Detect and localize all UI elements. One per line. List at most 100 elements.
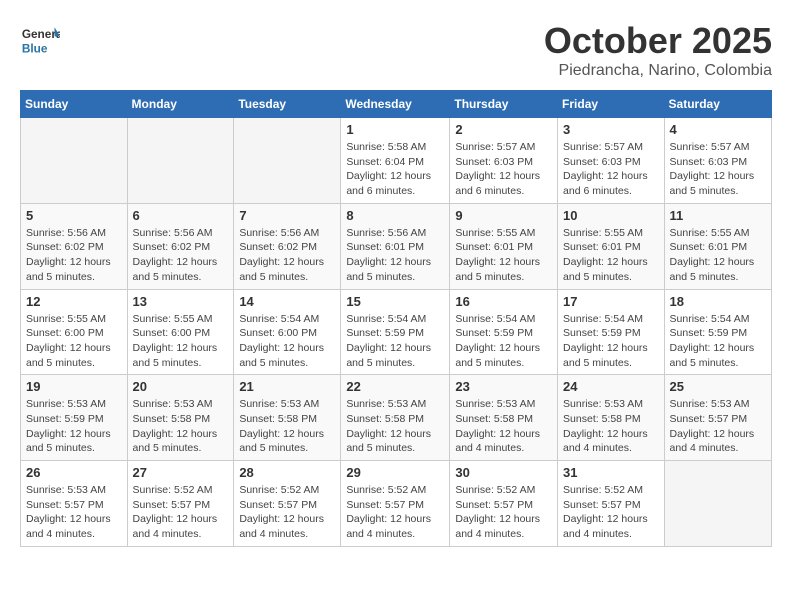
week-row-2: 5Sunrise: 5:56 AMSunset: 6:02 PMDaylight… (21, 203, 772, 289)
day-info: Sunrise: 5:57 AMSunset: 6:03 PMDaylight:… (455, 140, 552, 199)
calendar-cell: 7 Sunrise: 5:56 AMSunset: 6:02 PMDaylight… (234, 203, 341, 289)
calendar-cell (234, 118, 341, 204)
day-info: Sunrise: 5:54 AMSunset: 5:59 PMDaylight:… (563, 312, 659, 371)
day-number: 20 (133, 379, 229, 394)
day-number: 3 (563, 122, 659, 137)
calendar-cell: 21 Sunrise: 5:53 AMSunset: 5:58 PMDayligh… (234, 375, 341, 461)
day-info: Sunrise: 5:58 AMSunset: 6:04 PMDaylight:… (346, 140, 444, 199)
calendar-cell: 12 Sunrise: 5:55 AMSunset: 6:00 PMDayligh… (21, 289, 128, 375)
day-info: Sunrise: 5:53 AMSunset: 5:59 PMDaylight:… (26, 397, 122, 456)
weekday-header-thursday: Thursday (450, 91, 558, 118)
day-number: 10 (563, 208, 659, 223)
day-info: Sunrise: 5:56 AMSunset: 6:02 PMDaylight:… (26, 226, 122, 285)
day-info: Sunrise: 5:55 AMSunset: 6:01 PMDaylight:… (670, 226, 766, 285)
calendar-cell: 18 Sunrise: 5:54 AMSunset: 5:59 PMDayligh… (664, 289, 771, 375)
day-info: Sunrise: 5:52 AMSunset: 5:57 PMDaylight:… (239, 483, 335, 542)
day-info: Sunrise: 5:53 AMSunset: 5:58 PMDaylight:… (133, 397, 229, 456)
calendar-cell: 5Sunrise: 5:56 AMSunset: 6:02 PMDaylight… (21, 203, 128, 289)
week-row-1: 1 Sunrise: 5:58 AMSunset: 6:04 PMDaylight… (21, 118, 772, 204)
day-number: 9 (455, 208, 552, 223)
calendar-cell: 6 Sunrise: 5:56 AMSunset: 6:02 PMDaylight… (127, 203, 234, 289)
calendar-cell: 15 Sunrise: 5:54 AMSunset: 5:59 PMDayligh… (341, 289, 450, 375)
calendar-cell: 16Sunrise: 5:54 AMSunset: 5:59 PMDayligh… (450, 289, 558, 375)
month-title: October 2025 (544, 20, 772, 62)
week-row-5: 26 Sunrise: 5:53 AMSunset: 5:57 PMDayligh… (21, 461, 772, 547)
day-info: Sunrise: 5:52 AMSunset: 5:57 PMDaylight:… (133, 483, 229, 542)
calendar-cell: 24Sunrise: 5:53 AMSunset: 5:58 PMDayligh… (558, 375, 665, 461)
day-number: 12 (26, 294, 122, 309)
day-info: Sunrise: 5:53 AMSunset: 5:57 PMDaylight:… (26, 483, 122, 542)
day-number: 7 (239, 208, 335, 223)
calendar-cell: 25Sunrise: 5:53 AMSunset: 5:57 PMDayligh… (664, 375, 771, 461)
day-info: Sunrise: 5:53 AMSunset: 5:58 PMDaylight:… (455, 397, 552, 456)
calendar-cell: 8 Sunrise: 5:56 AMSunset: 6:01 PMDaylight… (341, 203, 450, 289)
day-number: 2 (455, 122, 552, 137)
weekday-header-friday: Friday (558, 91, 665, 118)
calendar-cell: 22Sunrise: 5:53 AMSunset: 5:58 PMDayligh… (341, 375, 450, 461)
weekday-header-row: SundayMondayTuesdayWednesdayThursdayFrid… (21, 91, 772, 118)
weekday-header-wednesday: Wednesday (341, 91, 450, 118)
calendar-cell: 2 Sunrise: 5:57 AMSunset: 6:03 PMDaylight… (450, 118, 558, 204)
day-number: 14 (239, 294, 335, 309)
day-info: Sunrise: 5:55 AMSunset: 6:00 PMDaylight:… (26, 312, 122, 371)
day-info: Sunrise: 5:54 AMSunset: 6:00 PMDaylight:… (239, 312, 335, 371)
day-number: 29 (346, 465, 444, 480)
calendar-cell: 9 Sunrise: 5:55 AMSunset: 6:01 PMDaylight… (450, 203, 558, 289)
calendar-cell: 4 Sunrise: 5:57 AMSunset: 6:03 PMDaylight… (664, 118, 771, 204)
calendar-cell: 10 Sunrise: 5:55 AMSunset: 6:01 PMDayligh… (558, 203, 665, 289)
day-number: 8 (346, 208, 444, 223)
calendar-cell: 20 Sunrise: 5:53 AMSunset: 5:58 PMDayligh… (127, 375, 234, 461)
day-info: Sunrise: 5:53 AMSunset: 5:58 PMDaylight:… (239, 397, 335, 456)
calendar-cell: 31 Sunrise: 5:52 AMSunset: 5:57 PMDayligh… (558, 461, 665, 547)
day-info: Sunrise: 5:54 AMSunset: 5:59 PMDaylight:… (346, 312, 444, 371)
calendar-cell: 19 Sunrise: 5:53 AMSunset: 5:59 PMDayligh… (21, 375, 128, 461)
day-info: Sunrise: 5:56 AMSunset: 6:01 PMDaylight:… (346, 226, 444, 285)
calendar-cell: 3 Sunrise: 5:57 AMSunset: 6:03 PMDaylight… (558, 118, 665, 204)
day-info: Sunrise: 5:55 AMSunset: 6:01 PMDaylight:… (455, 226, 552, 285)
svg-text:General: General (22, 27, 60, 41)
week-row-3: 12 Sunrise: 5:55 AMSunset: 6:00 PMDayligh… (21, 289, 772, 375)
day-info: Sunrise: 5:55 AMSunset: 6:01 PMDaylight:… (563, 226, 659, 285)
day-number: 26 (26, 465, 122, 480)
weekday-header-tuesday: Tuesday (234, 91, 341, 118)
calendar-cell: 28 Sunrise: 5:52 AMSunset: 5:57 PMDayligh… (234, 461, 341, 547)
day-number: 28 (239, 465, 335, 480)
day-info: Sunrise: 5:52 AMSunset: 5:57 PMDaylight:… (455, 483, 552, 542)
day-info: Sunrise: 5:54 AMSunset: 5:59 PMDaylight:… (670, 312, 766, 371)
day-info: Sunrise: 5:52 AMSunset: 5:57 PMDaylight:… (563, 483, 659, 542)
day-info: Sunrise: 5:53 AMSunset: 5:58 PMDaylight:… (346, 397, 444, 456)
day-number: 16 (455, 294, 552, 309)
calendar-cell: 14 Sunrise: 5:54 AMSunset: 6:00 PMDayligh… (234, 289, 341, 375)
weekday-header-saturday: Saturday (664, 91, 771, 118)
day-info: Sunrise: 5:56 AMSunset: 6:02 PMDaylight:… (133, 226, 229, 285)
day-number: 13 (133, 294, 229, 309)
day-number: 23 (455, 379, 552, 394)
day-number: 31 (563, 465, 659, 480)
day-number: 6 (133, 208, 229, 223)
header: General Blue October 2025 Piedrancha, Na… (20, 20, 772, 80)
title-area: October 2025 Piedrancha, Narino, Colombi… (544, 20, 772, 80)
day-info: Sunrise: 5:56 AMSunset: 6:02 PMDaylight:… (239, 226, 335, 285)
subtitle: Piedrancha, Narino, Colombia (544, 62, 772, 80)
day-number: 1 (346, 122, 444, 137)
day-info: Sunrise: 5:52 AMSunset: 5:57 PMDaylight:… (346, 483, 444, 542)
week-row-4: 19 Sunrise: 5:53 AMSunset: 5:59 PMDayligh… (21, 375, 772, 461)
day-info: Sunrise: 5:57 AMSunset: 6:03 PMDaylight:… (670, 140, 766, 199)
day-number: 4 (670, 122, 766, 137)
calendar: SundayMondayTuesdayWednesdayThursdayFrid… (20, 90, 772, 547)
calendar-cell (127, 118, 234, 204)
calendar-cell: 23 Sunrise: 5:53 AMSunset: 5:58 PMDayligh… (450, 375, 558, 461)
day-info: Sunrise: 5:57 AMSunset: 6:03 PMDaylight:… (563, 140, 659, 199)
logo-icon: General Blue (20, 20, 60, 60)
day-number: 24 (563, 379, 659, 394)
day-number: 15 (346, 294, 444, 309)
day-number: 18 (670, 294, 766, 309)
day-number: 21 (239, 379, 335, 394)
logo: General Blue (20, 20, 64, 60)
weekday-header-sunday: Sunday (21, 91, 128, 118)
calendar-cell: 26 Sunrise: 5:53 AMSunset: 5:57 PMDayligh… (21, 461, 128, 547)
calendar-cell: 27 Sunrise: 5:52 AMSunset: 5:57 PMDayligh… (127, 461, 234, 547)
day-number: 19 (26, 379, 122, 394)
day-number: 27 (133, 465, 229, 480)
calendar-cell: 30Sunrise: 5:52 AMSunset: 5:57 PMDayligh… (450, 461, 558, 547)
